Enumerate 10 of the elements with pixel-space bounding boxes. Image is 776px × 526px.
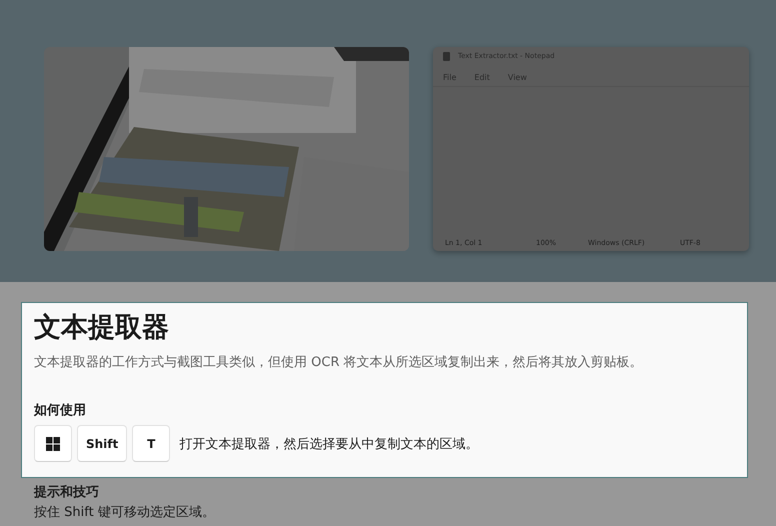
tip-text: 按住 Shift 键可移动选定区域。	[34, 504, 215, 521]
instruction-text: 打开文本提取器，然后选择要从中复制文本的区域。	[179, 436, 478, 452]
keyboard-key: Shift	[77, 425, 128, 462]
notepad-icon	[443, 52, 450, 60]
section-heading: 如何使用	[34, 402, 86, 419]
keyboard-key: T	[132, 425, 170, 462]
description: 文本提取器的工作方式与截图工具类似，但使用 OCR 将文本从所选区域复制出来，然后将其放入剪贴板。	[34, 354, 643, 371]
tips-heading: 提示和技巧	[34, 484, 99, 501]
windows-logo-icon	[46, 436, 60, 450]
page-title: 文本提取器	[34, 311, 169, 345]
